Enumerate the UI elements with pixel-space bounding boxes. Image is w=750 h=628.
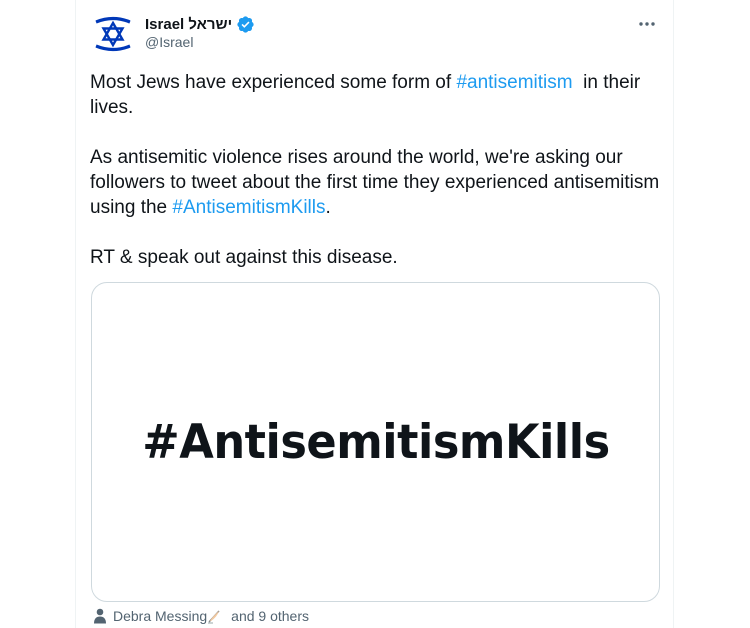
media-text: #AntisemitismKills <box>141 414 610 470</box>
tweet-card[interactable]: Israel ישראל @Israel Most Jews have expe… <box>75 0 674 628</box>
text-segment: . <box>325 197 331 218</box>
text-segment: Most Jews have experienced some form of <box>90 72 457 93</box>
tweet-paragraph: As antisemitic violence rises around the… <box>90 145 665 220</box>
more-horizontal-icon <box>639 22 655 26</box>
display-name[interactable]: Israel ישראל <box>145 16 232 33</box>
tweet-paragraph: Most Jews have experienced some form of … <box>90 70 665 120</box>
writing-hand-icon <box>208 610 220 624</box>
star-of-david-icon <box>91 12 135 56</box>
avatar[interactable] <box>91 12 135 56</box>
tweet-paragraph: RT & speak out against this disease. <box>90 247 398 268</box>
others-link[interactable]: and 9 others <box>231 608 309 624</box>
liker-group[interactable]: Debra Messing <box>113 608 225 624</box>
tweet-text: Most Jews have experienced some form of … <box>90 70 665 270</box>
hashtag-link-antisemitismkills[interactable]: #AntisemitismKills <box>172 197 325 218</box>
hashtag-link-antisemitism[interactable]: #antisemitism <box>456 72 572 93</box>
verified-badge-icon <box>237 15 254 33</box>
social-context: Debra Messing and 9 others <box>93 606 309 626</box>
person-icon <box>94 608 106 624</box>
liker-name[interactable]: Debra Messing <box>113 608 207 624</box>
handle[interactable]: @Israel <box>145 34 193 50</box>
media-image[interactable]: #AntisemitismKills <box>91 282 660 602</box>
name-row: Israel ישראל <box>145 14 255 34</box>
more-options-button[interactable] <box>635 12 659 36</box>
